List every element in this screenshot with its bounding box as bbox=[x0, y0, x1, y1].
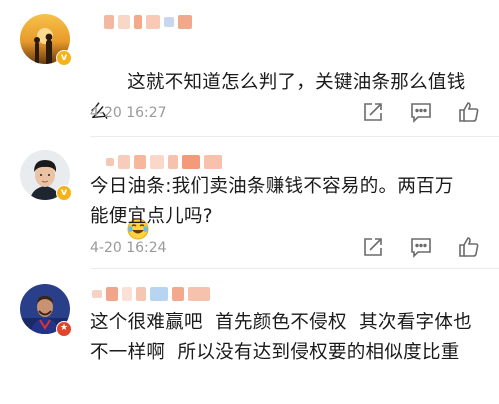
comment-time: 4-20 16:27 bbox=[90, 105, 167, 121]
username-blurred[interactable] bbox=[104, 14, 192, 30]
comment-item: v 今日油条:我们卖油条赚钱不容易的。两百万能便宜点儿吗? 4-20 16:24 bbox=[0, 138, 499, 266]
verified-badge: ★ bbox=[56, 321, 72, 337]
divider bbox=[90, 268, 499, 269]
comment-item: v 这就不知道怎么判了，关键油条那么值钱么 4-20 16:27 bbox=[0, 0, 499, 240]
comment-time: 4-20 16:24 bbox=[90, 240, 167, 256]
comment-feed: v 这就不知道怎么判了，关键油条那么值钱么 4-20 16:27 v 今日油条:… bbox=[0, 0, 499, 404]
username-blurred[interactable] bbox=[106, 154, 222, 170]
divider bbox=[90, 136, 499, 137]
comment-icon[interactable] bbox=[409, 235, 433, 259]
comment-text: 今日油条:我们卖油条赚钱不容易的。两百万能便宜点儿吗? bbox=[90, 176, 454, 227]
share-icon[interactable] bbox=[361, 100, 385, 124]
verified-badge: v bbox=[56, 185, 72, 201]
verified-badge: v bbox=[56, 50, 72, 66]
comment-actions bbox=[361, 100, 481, 124]
comment-text: 这个很难赢吧 首先颜色不侵权 其次看字体也不一样啊 所以没有达到侵权要的相似度比… bbox=[90, 312, 472, 363]
comment-icon[interactable] bbox=[409, 100, 433, 124]
username-blurred[interactable] bbox=[92, 286, 210, 302]
share-icon[interactable] bbox=[361, 235, 385, 259]
like-icon[interactable] bbox=[457, 100, 481, 124]
comment-item: ★ 这个很难赢吧 首先颜色不侵权 其次看字体也不一样啊 所以没有达到侵权要的相似… bbox=[0, 270, 499, 404]
like-icon[interactable] bbox=[457, 235, 481, 259]
comment-actions bbox=[361, 235, 481, 259]
